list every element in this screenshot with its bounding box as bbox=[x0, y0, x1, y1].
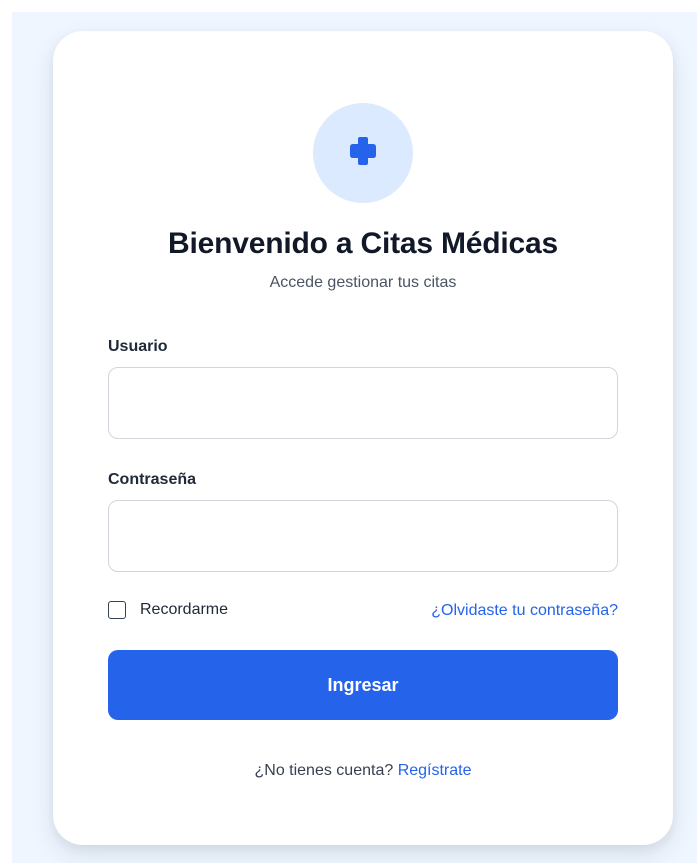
remember-checkbox[interactable] bbox=[108, 601, 126, 619]
register-prompt: ¿No tienes cuenta? Regístrate bbox=[53, 762, 673, 780]
username-label: Usuario bbox=[108, 338, 168, 355]
page-subtitle: Accede gestionar tus citas bbox=[269, 274, 457, 291]
page-title: Bienvenido a Citas Médicas bbox=[168, 227, 558, 260]
login-card: Bienvenido a Citas Médicas Accede gestio… bbox=[53, 31, 673, 845]
medical-cross-icon bbox=[350, 136, 376, 170]
remember-me-option[interactable]: Recordarme bbox=[108, 601, 228, 619]
register-link[interactable]: Regístrate bbox=[398, 762, 472, 779]
forgot-password-link[interactable]: ¿Olvidaste tu contraseña? bbox=[431, 602, 618, 620]
register-prompt-text: ¿No tienes cuenta? bbox=[254, 762, 398, 779]
password-label: Contraseña bbox=[108, 471, 197, 488]
username-input[interactable] bbox=[108, 367, 618, 439]
login-button[interactable]: Ingresar bbox=[108, 650, 618, 720]
remember-label: Recordarme bbox=[140, 601, 229, 618]
password-input[interactable] bbox=[108, 500, 618, 572]
logo-badge bbox=[313, 103, 413, 203]
